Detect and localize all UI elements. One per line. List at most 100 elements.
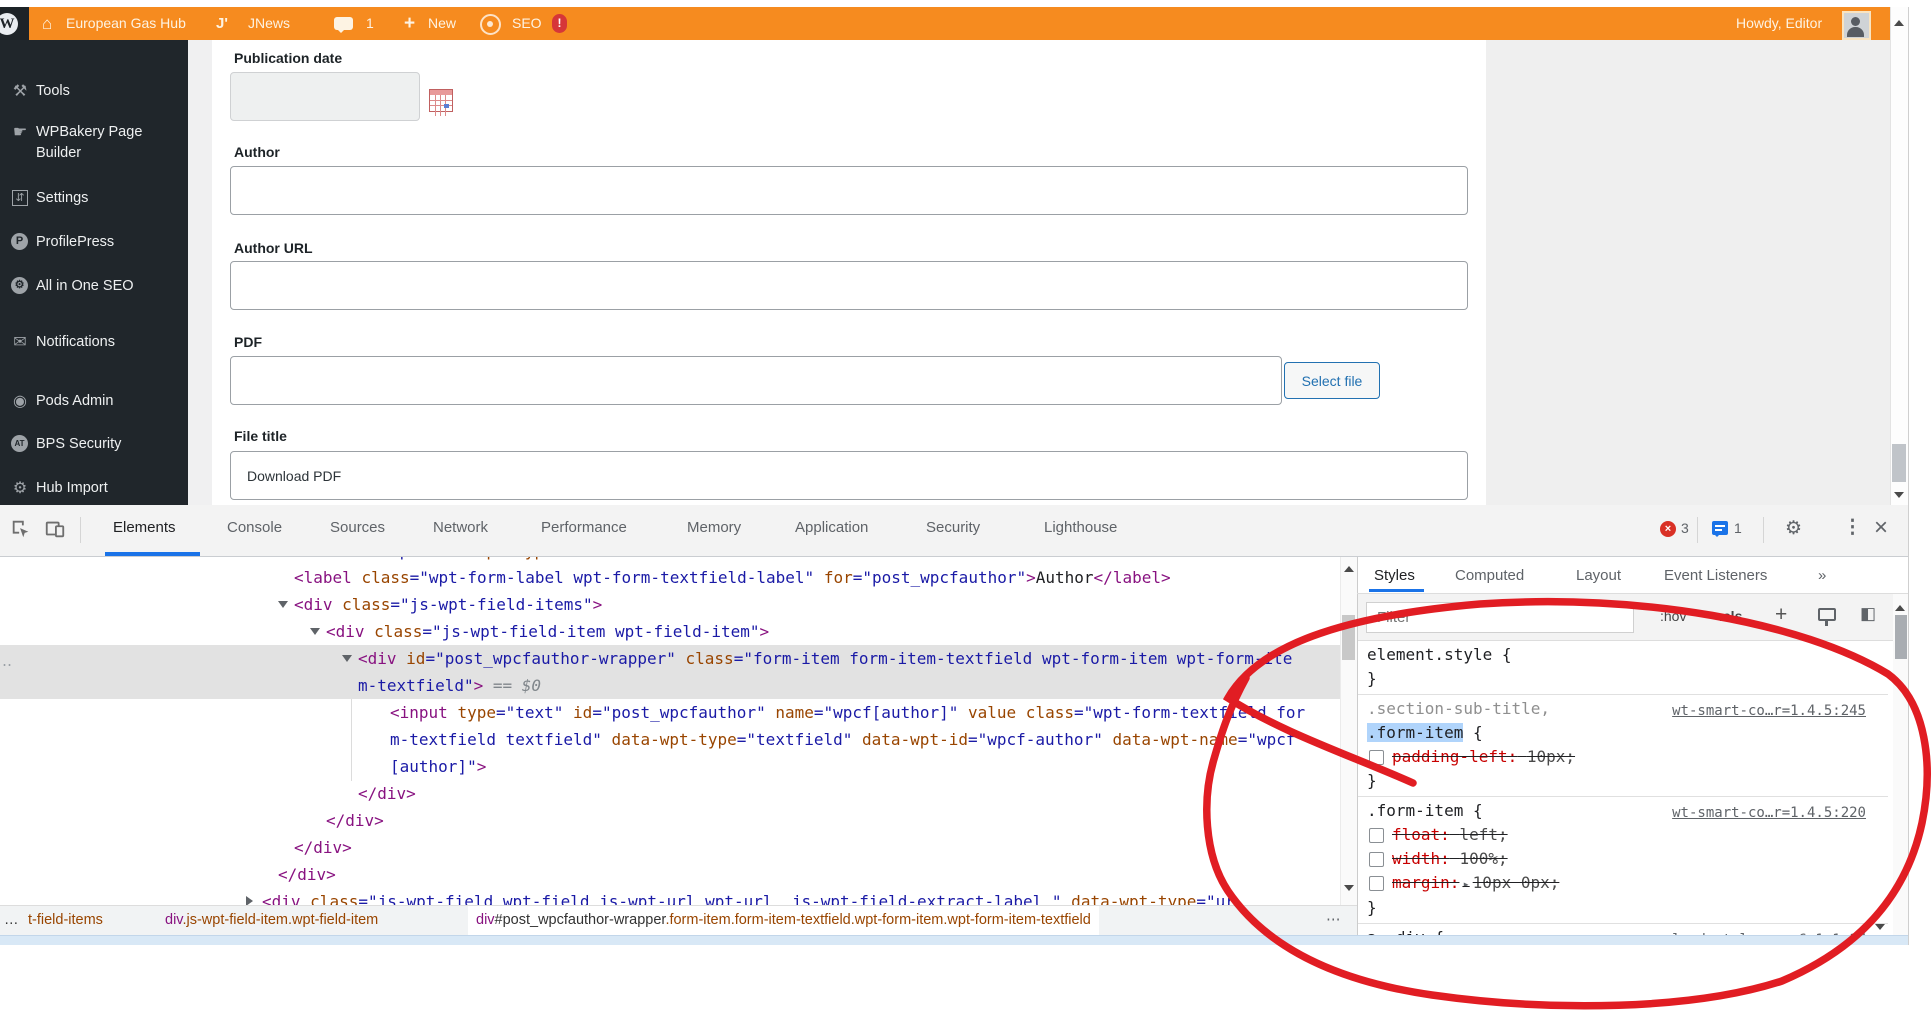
devtools-tab-security[interactable]: Security	[926, 519, 980, 536]
errors-count[interactable]: 3	[1681, 520, 1689, 536]
scroll-down-icon[interactable]	[1344, 885, 1354, 896]
expand-arrow-down-icon[interactable]	[278, 601, 288, 613]
devtools-tab-sources[interactable]: Sources	[330, 519, 385, 536]
property-checkbox[interactable]	[1369, 852, 1384, 867]
sidebar-item-all-in-one-seo[interactable]: ⚙ All in One SEO	[0, 276, 188, 297]
page-scrollbar-thumb[interactable]	[1892, 444, 1906, 482]
issues-icon[interactable]	[1712, 521, 1728, 537]
avatar[interactable]	[1842, 11, 1871, 40]
dom-node[interactable]: <input type="text" id="post_wpcfauthor" …	[0, 699, 1340, 726]
sidebar-item-notifications[interactable]: ✉ Notifications	[0, 332, 188, 353]
dom-node[interactable]: <div class="js-wpt-field-items">	[0, 591, 1340, 618]
comments-bubble-icon[interactable]	[334, 17, 353, 33]
new-style-rule-button[interactable]: +	[1775, 603, 1787, 627]
css-rule[interactable]: .section-sub-title, .form-item {padding-l…	[1358, 695, 1888, 797]
calendar-icon[interactable]	[429, 89, 453, 116]
device-toolbar-icon[interactable]	[44, 518, 66, 540]
devtools-tab-elements[interactable]: Elements	[113, 519, 176, 536]
devtools-tab-network[interactable]: Network	[433, 519, 488, 536]
styles-tab-styles[interactable]: Styles	[1374, 567, 1415, 584]
paint-roller-icon[interactable]	[1818, 608, 1836, 626]
dom-node[interactable]: </div>	[0, 834, 1340, 861]
css-rules-list[interactable]: element.style {} .section-sub-title, .form…	[1358, 641, 1888, 938]
stylesheet-source-link[interactable]: wt-smart-co…r=1.4.5:220	[1672, 801, 1866, 825]
styles-tab-layout[interactable]: Layout	[1576, 567, 1621, 584]
css-rule[interactable]: .form-item {float: left; width: 100%; marg…	[1358, 797, 1888, 924]
styles-tab-event-listeners[interactable]: Event Listeners	[1664, 567, 1767, 584]
dom-node[interactable]: <div class="js-wpt-field-item wpt-field-…	[0, 618, 1340, 645]
author-url-input[interactable]	[230, 261, 1468, 310]
dom-node[interactable]: m-textfield textfield" data-wpt-type="te…	[0, 726, 1340, 753]
scroll-down-icon[interactable]	[1875, 924, 1885, 935]
pdf-input[interactable]	[230, 356, 1282, 405]
elements-scrollbar[interactable]	[1340, 557, 1358, 905]
scroll-up-icon[interactable]	[1895, 600, 1905, 611]
styles-scrollbar-thumb[interactable]	[1895, 615, 1907, 659]
dom-node-selected[interactable]: <div id="post_wpcfauthor-wrapper" class=…	[0, 645, 1340, 672]
breadcrumb-overflow[interactable]: ⋯	[1326, 906, 1343, 935]
author-input[interactable]	[230, 166, 1468, 215]
inspect-element-icon[interactable]	[10, 518, 32, 540]
sidebar-item-profilepress[interactable]: P ProfilePress	[0, 232, 188, 253]
dom-tree[interactable]: "p" data-wpt-type="textfield"><label cla…	[0, 557, 1340, 905]
scroll-down-icon[interactable]	[1894, 492, 1904, 503]
adminbar-seo[interactable]: SEO	[512, 7, 542, 40]
dom-node[interactable]: <div class="js-wpt-field wpt-field js-wp…	[0, 888, 1340, 905]
breadcrumb-item-selected[interactable]: div#post_wpcfauthor-wrapper.form-item.fo…	[468, 906, 1099, 935]
dom-node[interactable]: <label class="wpt-form-label wpt-form-te…	[0, 564, 1340, 591]
adminbar-comments-count[interactable]: 1	[366, 7, 374, 40]
adminbar-site-name[interactable]: European Gas Hub	[66, 7, 186, 40]
toggle-hover-button[interactable]: :hov	[1660, 608, 1686, 624]
wp-logo-button[interactable]: W	[0, 7, 29, 40]
expand-arrow-down-icon[interactable]	[310, 628, 320, 640]
sidebar-item-pods-admin[interactable]: ◉ Pods Admin	[0, 391, 188, 412]
adminbar-howdy[interactable]: Howdy, Editor	[1736, 7, 1822, 40]
file-title-input[interactable]	[230, 451, 1468, 500]
sidebar-item-wpbakery-page-builder[interactable]: ☛ WPBakery Page Builder	[0, 122, 188, 164]
property-checkbox[interactable]	[1369, 876, 1384, 891]
styles-tab-computed[interactable]: Computed	[1455, 567, 1524, 584]
dom-node-selected[interactable]: m-textfield"> == $0	[0, 672, 1340, 699]
page-scrollbar[interactable]	[1890, 7, 1909, 505]
dock-side-icon[interactable]: ◧	[1860, 604, 1876, 624]
settings-gear-icon[interactable]: ⚙	[1785, 517, 1802, 540]
css-rule[interactable]: element.style {}	[1358, 641, 1888, 695]
publication-date-input[interactable]	[230, 72, 420, 121]
devtools-tab-lighthouse[interactable]: Lighthouse	[1044, 519, 1117, 536]
dom-node[interactable]: </div>	[0, 861, 1340, 888]
breadcrumb-item[interactable]: div.js-wpt-field-item.wpt-field-item	[165, 906, 378, 935]
adminbar-new[interactable]: New	[428, 7, 456, 40]
devtools-tab-application[interactable]: Application	[795, 519, 868, 536]
devtools-tab-console[interactable]: Console	[227, 519, 282, 536]
styles-tab-»[interactable]: »	[1818, 567, 1826, 584]
sidebar-item-bps-security[interactable]: AT BPS Security	[0, 434, 188, 455]
select-file-button[interactable]: Select file	[1284, 362, 1380, 399]
dom-node[interactable]: "p" data-wpt-type="textfield">	[0, 557, 1340, 564]
dom-node[interactable]: </div>	[0, 780, 1340, 807]
scroll-up-icon[interactable]	[1894, 15, 1904, 26]
sidebar-item-tools[interactable]: ⚒ Tools	[0, 81, 188, 102]
dom-node[interactable]: [author]">	[0, 753, 1340, 780]
more-options-icon[interactable]: ⋮	[1843, 516, 1862, 539]
expand-arrow-down-icon[interactable]	[342, 655, 352, 667]
devtools-tab-performance[interactable]: Performance	[541, 519, 627, 536]
expand-arrow-right-icon[interactable]	[246, 896, 258, 905]
breadcrumb-item[interactable]: t-field-items	[28, 906, 103, 935]
stylesheet-source-link[interactable]: wt-smart-co…r=1.4.5:245	[1672, 699, 1866, 723]
close-icon[interactable]: ×	[1874, 514, 1888, 542]
issues-count[interactable]: 1	[1734, 520, 1742, 536]
sidebar-item-settings[interactable]: ⇵ Settings	[0, 188, 188, 209]
shorthand-expand-icon[interactable]: ▸	[1459, 877, 1472, 891]
elements-scrollbar-thumb[interactable]	[1342, 615, 1355, 660]
property-checkbox[interactable]	[1369, 750, 1384, 765]
scroll-up-icon[interactable]	[1344, 561, 1354, 572]
breadcrumb-overflow[interactable]: …	[4, 906, 19, 935]
devtools-tab-memory[interactable]: Memory	[687, 519, 741, 536]
sidebar-item-hub-import[interactable]: ⚙ Hub Import	[0, 478, 188, 499]
adminbar-jnews[interactable]: JNews	[248, 7, 290, 40]
errors-icon[interactable]: ×	[1660, 521, 1676, 537]
styles-filter-input[interactable]	[1366, 602, 1634, 633]
dom-node[interactable]: </div>	[0, 807, 1340, 834]
property-checkbox[interactable]	[1369, 828, 1384, 843]
toggle-class-button[interactable]: .cls	[1719, 608, 1742, 624]
